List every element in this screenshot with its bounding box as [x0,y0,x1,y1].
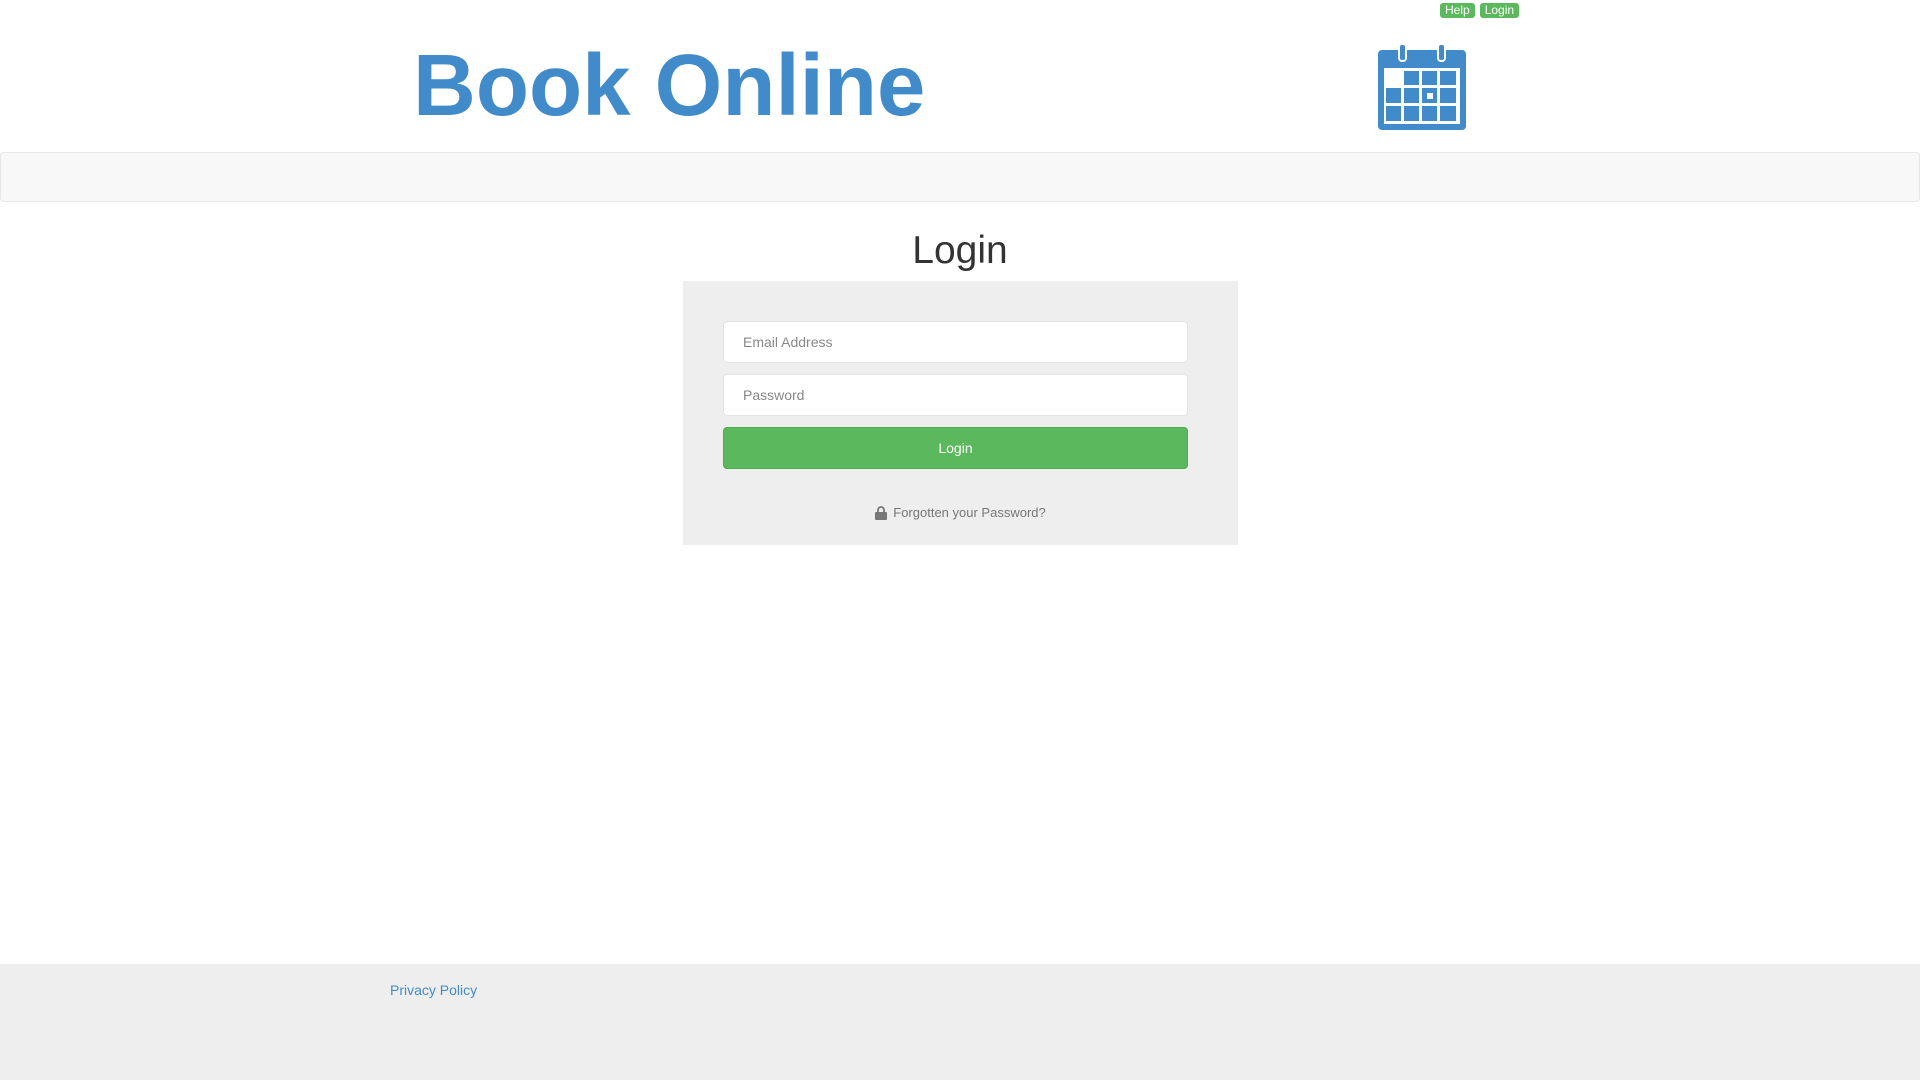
privacy-policy-link[interactable]: Privacy Policy [390,982,477,998]
email-field[interactable] [723,321,1188,363]
main-navbar [0,152,1920,202]
login-button[interactable]: Login [723,427,1188,469]
calendar-icon [1378,44,1466,130]
brand-title[interactable]: Book Online [413,36,925,136]
login-panel: Login Forgotten your Password? [683,281,1238,545]
page-title: Login [912,229,1008,272]
site-header: Book Online [0,0,1920,152]
password-field[interactable] [723,374,1188,416]
site-footer: Privacy Policy [0,964,1920,1080]
lock-icon [875,505,888,520]
forgot-password-link[interactable]: Forgotten your Password? [683,505,1238,520]
forgot-password-label: Forgotten your Password? [893,505,1046,520]
